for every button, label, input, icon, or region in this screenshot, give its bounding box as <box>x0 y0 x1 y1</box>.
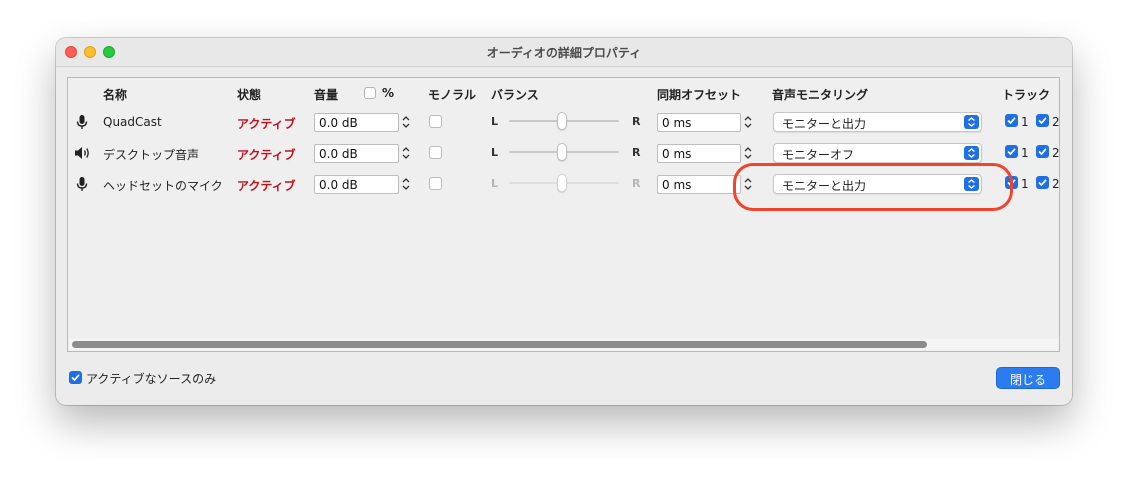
sync-offset-stepper[interactable] <box>742 112 754 132</box>
active-only-checkbox[interactable] <box>69 371 82 384</box>
balance-slider-thumb[interactable] <box>557 112 567 130</box>
check-icon <box>1038 117 1047 125</box>
header-mono: モノラル <box>428 88 477 102</box>
sync-offset-input[interactable]: 0 ms <box>657 175 741 194</box>
track-2-checkbox[interactable] <box>1036 176 1049 189</box>
mono-checkbox[interactable] <box>429 115 442 128</box>
source-status: アクティブ <box>237 117 296 131</box>
volume-stepper[interactable] <box>400 143 412 163</box>
balance-left-label: L <box>491 115 499 128</box>
microphone-icon <box>74 176 90 192</box>
monitoring-value: モニターと出力 <box>782 179 867 193</box>
header-tracks: トラック <box>1002 88 1051 102</box>
source-status: アクティブ <box>237 179 296 193</box>
mono-checkbox[interactable] <box>429 146 442 159</box>
header-balance: バランス <box>491 88 539 102</box>
mono-checkbox[interactable] <box>429 177 442 190</box>
balance-slider-thumb[interactable] <box>557 143 567 161</box>
header-status: 状態 <box>237 88 262 102</box>
horizontal-scrollbar-thumb[interactable] <box>72 341 927 348</box>
source-status: アクティブ <box>237 148 296 162</box>
monitoring-value: モニターと出力 <box>782 117 867 131</box>
source-name: デスクトップ音声 <box>103 148 200 162</box>
monitoring-select[interactable]: モニターオフ <box>773 143 982 163</box>
track-2-checkbox[interactable] <box>1036 145 1049 158</box>
header-percent: % <box>382 86 395 100</box>
speaker-icon <box>74 145 90 161</box>
source-name: ヘッドセットのマイク <box>103 179 223 193</box>
track-2-label: 2 <box>1052 115 1060 129</box>
check-icon <box>71 374 80 382</box>
track-2-label: 2 <box>1052 177 1060 191</box>
source-name: QuadCast <box>103 115 162 129</box>
check-icon <box>1007 148 1016 156</box>
balance-left-label: L <box>491 177 499 190</box>
balance-right-label: R <box>632 177 641 190</box>
track-1-checkbox[interactable] <box>1005 176 1018 189</box>
track-1-label: 1 <box>1021 146 1029 160</box>
header-volume: 音量 <box>314 88 339 102</box>
audio-properties-window: オーディオの詳細プロパティ 名称 状態 音量 % モノラル バランス 同期オフセ… <box>56 38 1072 405</box>
select-arrow-icon <box>964 146 979 160</box>
volume-stepper[interactable] <box>400 112 412 132</box>
source-row: ヘッドセットのマイク アクティブ 0.0 dB L R 0 ms モニターと出力 <box>68 172 1059 198</box>
source-row: デスクトップ音声 アクティブ 0.0 dB L R 0 ms モニターオフ 1 … <box>68 141 1059 167</box>
select-arrow-icon <box>964 115 979 129</box>
balance-right-label: R <box>632 115 641 128</box>
balance-slider-thumb <box>557 174 567 192</box>
active-only-label: アクティブなソースのみ <box>86 372 217 386</box>
check-icon <box>1038 148 1047 156</box>
track-2-checkbox[interactable] <box>1036 114 1049 127</box>
track-1-label: 1 <box>1021 115 1029 129</box>
close-button[interactable]: 閉じる <box>996 367 1060 389</box>
microphone-icon <box>74 114 90 130</box>
volume-input[interactable]: 0.0 dB <box>314 113 399 132</box>
volume-input[interactable]: 0.0 dB <box>314 144 399 163</box>
check-icon <box>1007 117 1016 125</box>
window-title: オーディオの詳細プロパティ <box>486 46 642 60</box>
source-row: QuadCast アクティブ 0.0 dB L R 0 ms モニターと出力 1… <box>68 110 1059 136</box>
select-arrow-icon <box>964 177 979 191</box>
track-1-checkbox[interactable] <box>1005 114 1018 127</box>
monitoring-select[interactable]: モニターと出力 <box>773 174 982 194</box>
sources-table: 名称 状態 音量 % モノラル バランス 同期オフセット 音声モニタリング トラ… <box>67 77 1060 352</box>
sync-offset-input[interactable]: 0 ms <box>657 113 741 132</box>
header-name: 名称 <box>103 88 128 102</box>
horizontal-scrollbar[interactable] <box>69 339 1058 350</box>
check-icon <box>1038 179 1047 187</box>
volume-input[interactable]: 0.0 dB <box>314 175 399 194</box>
volume-stepper[interactable] <box>400 174 412 194</box>
check-icon <box>1007 179 1016 187</box>
header-monitoring: 音声モニタリング <box>772 88 869 102</box>
track-1-checkbox[interactable] <box>1005 145 1018 158</box>
sync-offset-input[interactable]: 0 ms <box>657 144 741 163</box>
track-1-label: 1 <box>1021 177 1029 191</box>
monitoring-select[interactable]: モニターと出力 <box>773 112 982 132</box>
sync-offset-stepper[interactable] <box>742 174 754 194</box>
title-bar: オーディオの詳細プロパティ <box>56 38 1072 67</box>
monitoring-value: モニターオフ <box>782 148 855 162</box>
sync-offset-stepper[interactable] <box>742 143 754 163</box>
balance-left-label: L <box>491 146 499 159</box>
header-sync-offset: 同期オフセット <box>657 88 742 102</box>
percent-checkbox[interactable] <box>364 87 376 99</box>
track-2-label: 2 <box>1052 146 1060 160</box>
balance-right-label: R <box>632 146 641 159</box>
